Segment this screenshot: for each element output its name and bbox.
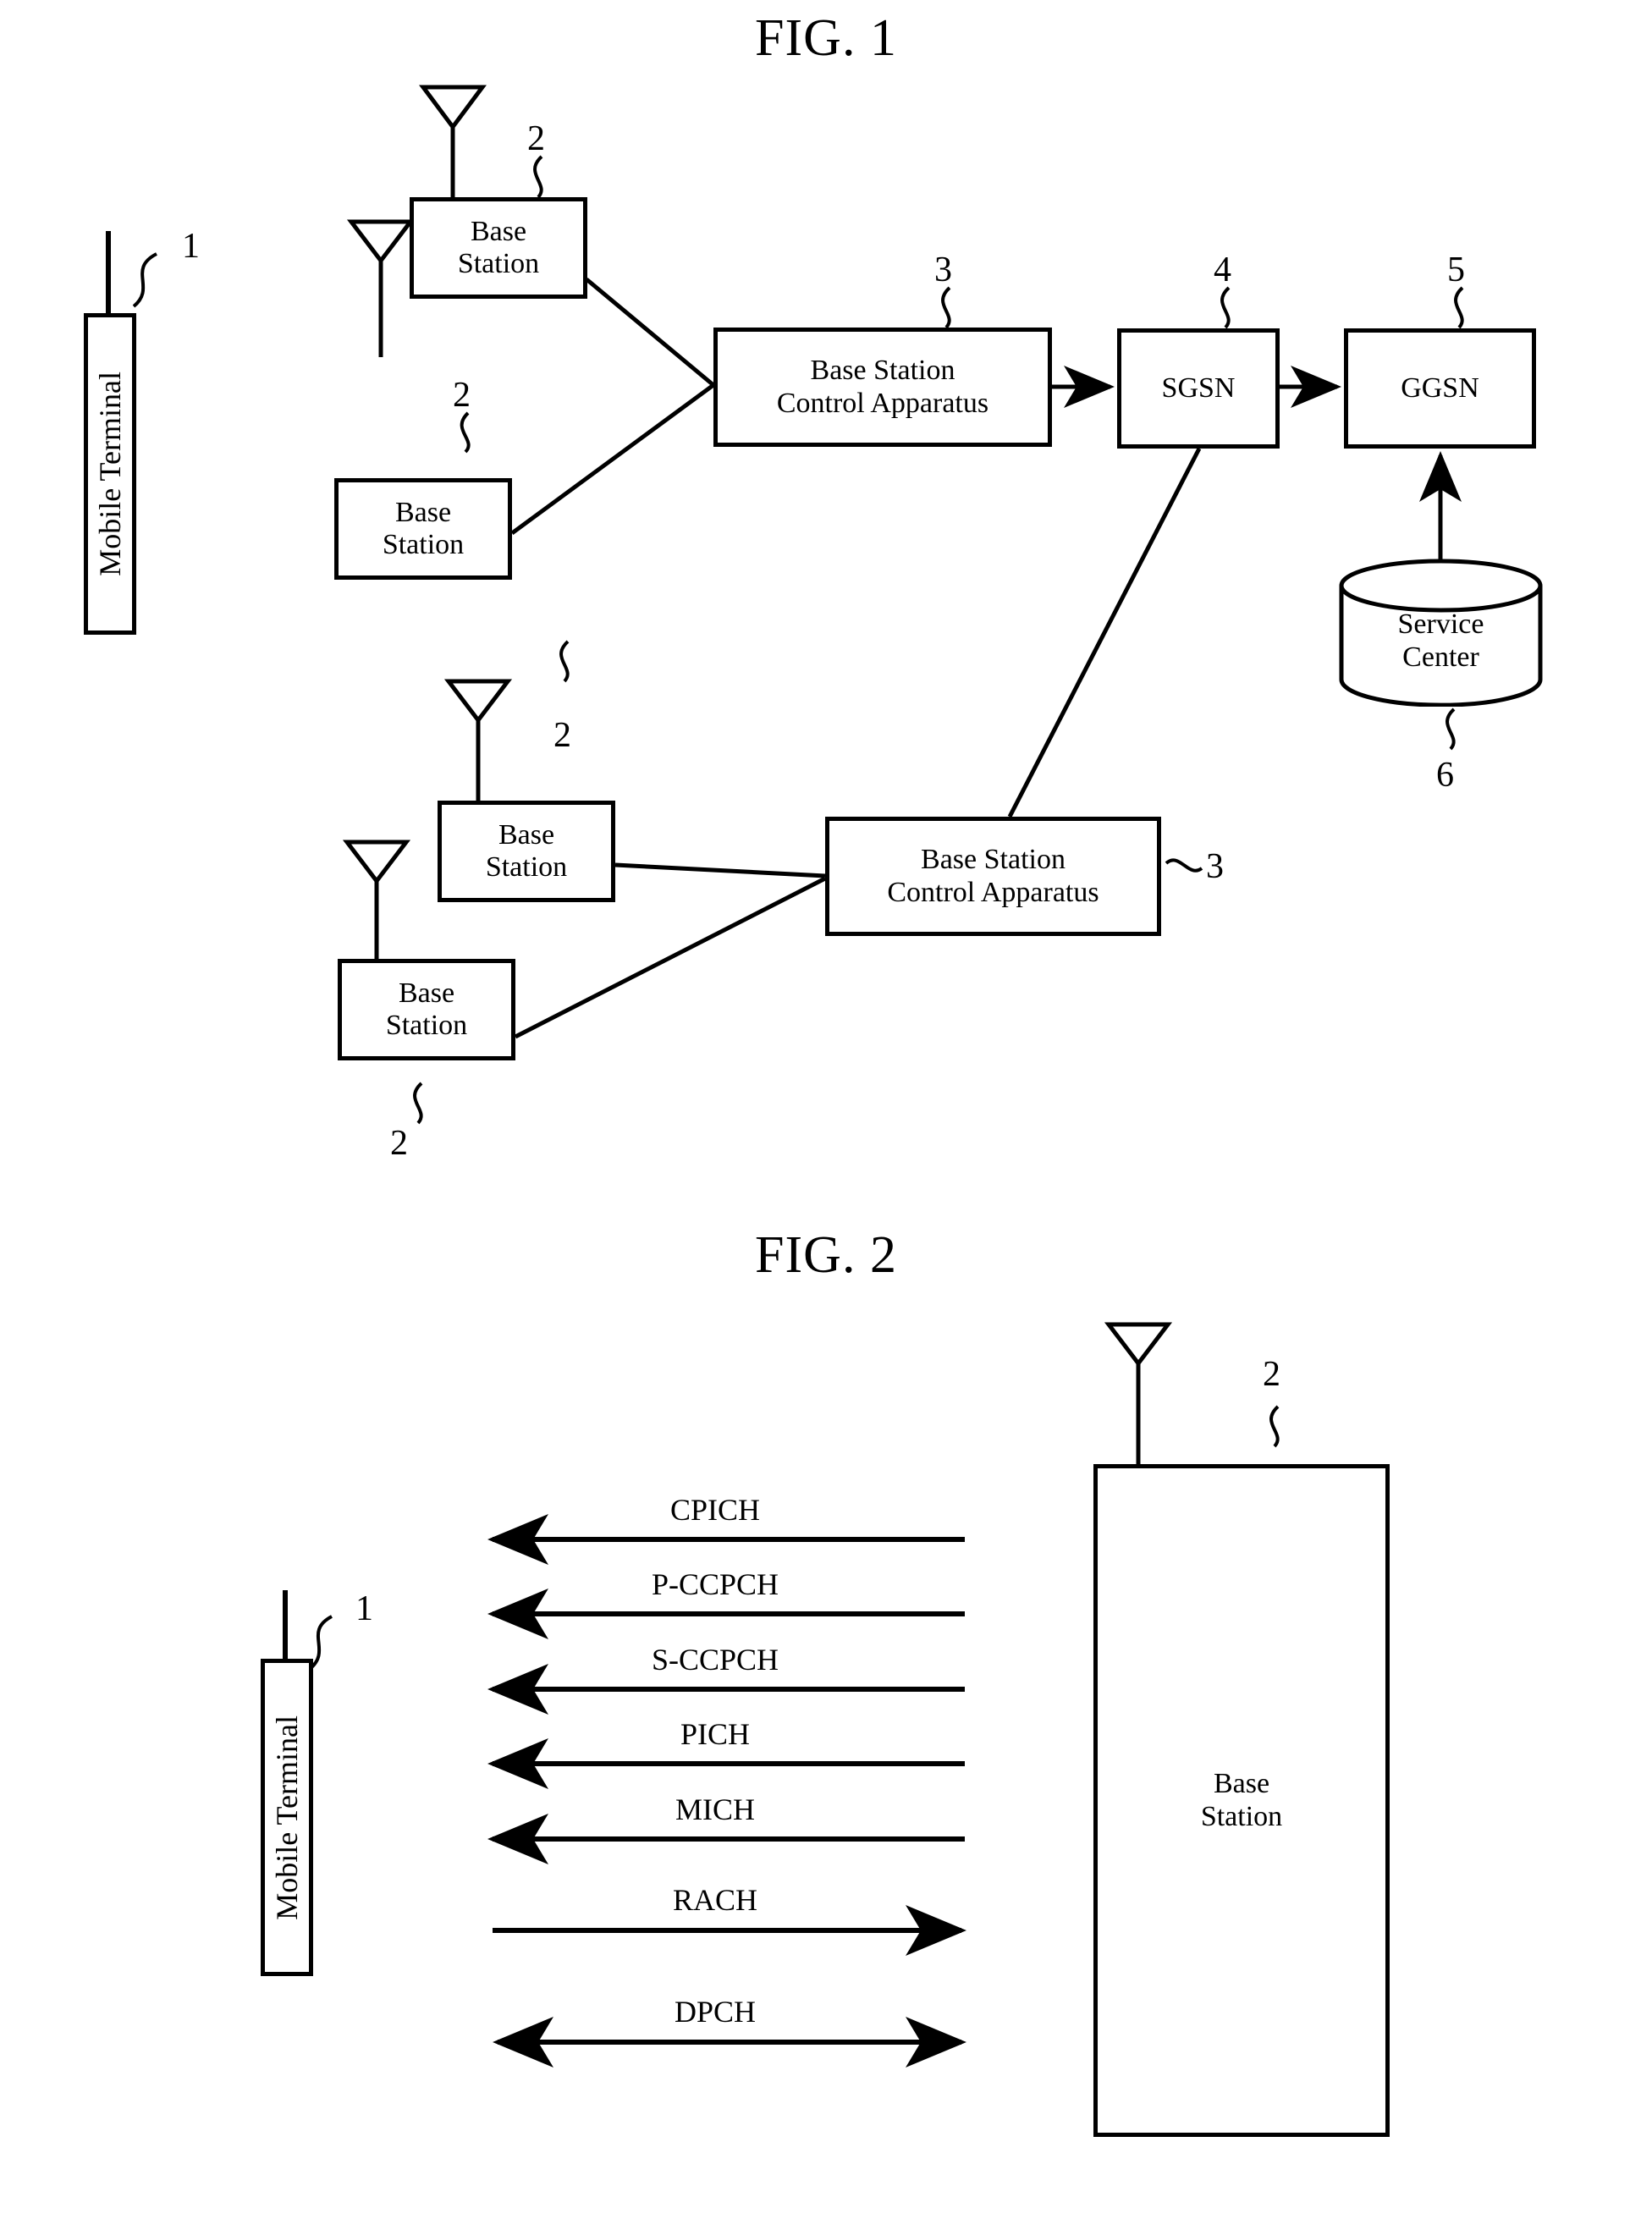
fig1-ref-3-a: 3: [934, 251, 952, 289]
fig1-service-center-text: Service Center: [1337, 608, 1545, 674]
fig1-mobile-terminal-label: Mobile Terminal: [93, 372, 127, 576]
fig2-bs-line2: Station: [1200, 1800, 1283, 1832]
patent-figure-sheet: FIG. 1 Mobile Terminal 1 Base Station 2 …: [0, 0, 1652, 2230]
fig1-ref-4: 4: [1214, 251, 1231, 289]
figure-2-title: FIG. 2: [755, 1226, 897, 1284]
fig1-bs2-line2: Station: [382, 529, 465, 560]
fig1-bsc1-line2: Control Apparatus: [776, 387, 989, 419]
fig1-sgsn-label: SGSN: [1161, 372, 1236, 404]
fig1-bs4-line1: Base: [398, 977, 455, 1009]
fig2-mobile-terminal-box: Mobile Terminal: [261, 1659, 313, 1976]
reference-leader-lines: [132, 155, 1464, 1125]
fig1-service-center-cylinder: Service Center: [1337, 559, 1545, 708]
fig1-ref-2-b: 2: [453, 376, 471, 415]
fig1-ref-2-c: 2: [553, 716, 571, 755]
fig1-bsc1-line1: Base Station: [810, 355, 955, 387]
fig1-base-station-box-3: Base Station: [438, 801, 615, 902]
fig1-bsc2-line1: Base Station: [921, 844, 1066, 876]
channel-label-rach: RACH: [672, 1883, 758, 1917]
fig1-bs1-line2: Station: [457, 248, 540, 279]
fig2-mobile-terminal-label: Mobile Terminal: [270, 1715, 304, 1920]
fig2-bs-line1: Base: [1213, 1768, 1270, 1800]
channel-label-mich: MICH: [675, 1792, 756, 1826]
channel-label-pich: PICH: [680, 1717, 751, 1751]
channel-label-dpch: DPCH: [674, 1995, 757, 2029]
channel-label-pccpch: P-CCPCH: [651, 1567, 779, 1601]
fig1-service-center-line2: Center: [1402, 641, 1479, 674]
antenna-icon: [346, 219, 416, 357]
figure-1-title: FIG. 1: [755, 9, 897, 67]
fig1-mobile-terminal-box: Mobile Terminal: [84, 313, 136, 635]
fig1-base-station-control-apparatus-box-1: Base Station Control Apparatus: [713, 328, 1052, 447]
fig1-bsc2-line2: Control Apparatus: [887, 876, 1099, 908]
fig1-ref-3-b: 3: [1206, 847, 1224, 886]
fig1-bs3-line1: Base: [498, 818, 555, 851]
fig1-bs1-line1: Base: [470, 215, 527, 247]
fig1-ref-1: 1: [182, 227, 200, 266]
fig1-bs3-line2: Station: [485, 851, 568, 883]
antenna-icon: [1104, 1322, 1173, 1464]
fig2-ref-1: 1: [355, 1589, 373, 1628]
fig1-bs2-line1: Base: [394, 496, 452, 528]
fig1-ggsn-label: GGSN: [1401, 372, 1479, 404]
fig1-bs4-line2: Station: [385, 1010, 468, 1041]
fig1-service-center-line1: Service: [1397, 608, 1484, 640]
fig1-base-station-box-1: Base Station: [410, 197, 587, 299]
antenna-icon: [342, 840, 411, 959]
fig2-ref-2: 2: [1263, 1355, 1280, 1394]
fig1-base-station-box-2: Base Station: [334, 478, 512, 580]
fig1-sgsn-box: SGSN: [1117, 328, 1280, 449]
fig1-ref-2-d: 2: [390, 1124, 408, 1163]
antenna-icon: [443, 679, 513, 801]
fig1-base-station-box-4: Base Station: [338, 959, 515, 1060]
fig1-ggsn-box: GGSN: [1344, 328, 1536, 449]
channel-label-cpich: CPICH: [669, 1493, 761, 1527]
fig1-base-station-control-apparatus-box-2: Base Station Control Apparatus: [825, 817, 1161, 936]
fig1-ref-6: 6: [1436, 756, 1454, 795]
antenna-icon: [419, 85, 487, 197]
fig1-ref-5: 5: [1447, 251, 1465, 289]
channel-label-sccpch: S-CCPCH: [651, 1643, 779, 1677]
fig1-ref-2-a: 2: [527, 119, 545, 158]
fig2-base-station-box: Base Station: [1093, 1464, 1390, 2137]
